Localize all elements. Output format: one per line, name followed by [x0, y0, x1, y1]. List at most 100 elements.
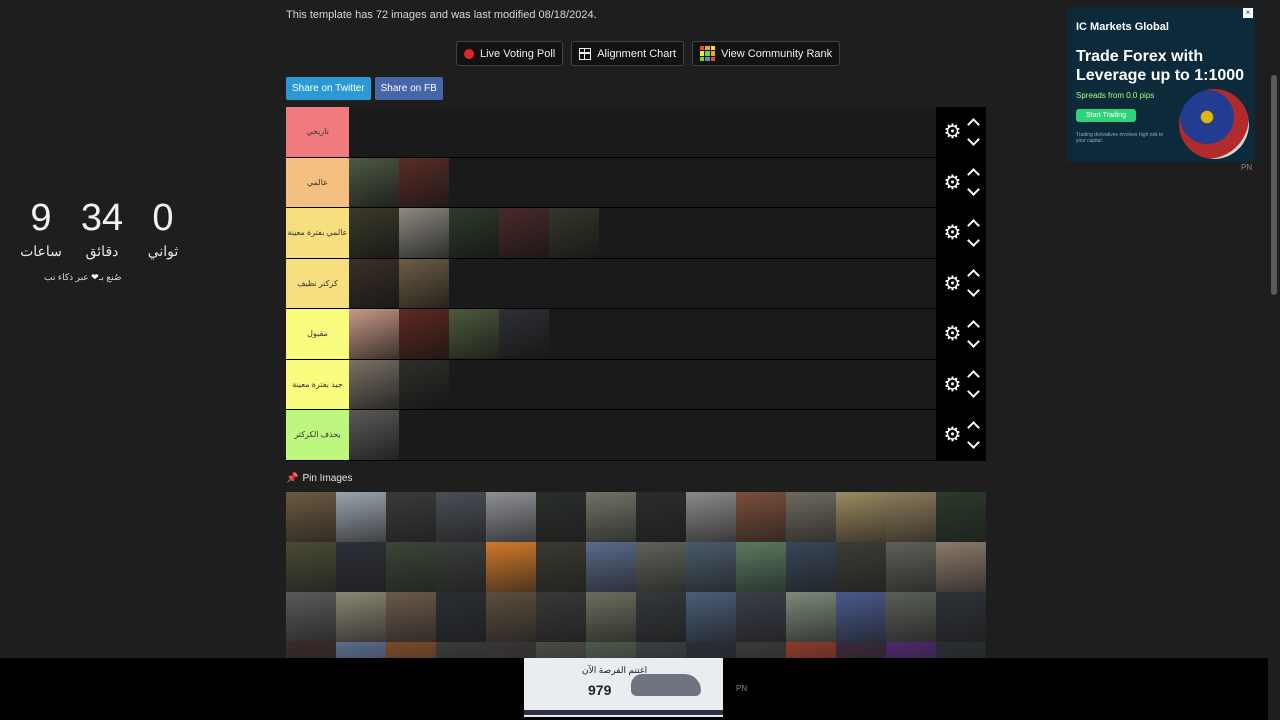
- gear-icon[interactable]: ⚙: [944, 220, 962, 245]
- pool-image[interactable]: [536, 592, 586, 642]
- tier-image[interactable]: [399, 208, 449, 258]
- tier-image[interactable]: [449, 208, 499, 258]
- gear-icon[interactable]: ⚙: [944, 372, 962, 397]
- tier-label[interactable]: يحذف الكركتر: [286, 410, 349, 460]
- tier-items[interactable]: [349, 258, 936, 308]
- tier-image[interactable]: [549, 208, 599, 258]
- pool-image[interactable]: [336, 492, 386, 542]
- pool-image[interactable]: [336, 542, 386, 592]
- tier-label[interactable]: جيد بفترة معينة: [286, 359, 349, 409]
- tier-image[interactable]: [449, 309, 499, 359]
- page-scrollbar[interactable]: [1268, 0, 1280, 720]
- pool-image[interactable]: [836, 592, 886, 642]
- share-twitter-button[interactable]: Share on Twitter: [286, 77, 371, 100]
- tier-label[interactable]: كركتر نظيف: [286, 258, 349, 308]
- pool-image[interactable]: [486, 492, 536, 542]
- chevron-down-icon[interactable]: [967, 183, 981, 197]
- pool-image[interactable]: [636, 542, 686, 592]
- live-voting-poll-button[interactable]: Live Voting Poll: [456, 41, 564, 66]
- pool-image[interactable]: [336, 592, 386, 642]
- tier-image[interactable]: [399, 359, 449, 409]
- tier-image[interactable]: [349, 410, 399, 460]
- view-community-rank-button[interactable]: View Community Rank: [692, 41, 841, 66]
- gear-icon[interactable]: ⚙: [944, 271, 962, 296]
- pin-images-toggle[interactable]: 📌 Pin Images: [286, 473, 352, 484]
- pool-image[interactable]: [736, 592, 786, 642]
- tier-items[interactable]: [349, 157, 936, 207]
- pool-image[interactable]: [936, 542, 986, 592]
- pool-image[interactable]: [936, 592, 986, 642]
- pool-image[interactable]: [836, 492, 886, 542]
- chevron-down-icon[interactable]: [967, 284, 981, 298]
- tier-items[interactable]: [349, 410, 936, 460]
- chevron-down-icon[interactable]: [967, 233, 981, 247]
- pool-image[interactable]: [536, 542, 586, 592]
- pool-image[interactable]: [786, 592, 836, 642]
- chevron-down-icon[interactable]: [967, 435, 981, 449]
- pool-image[interactable]: [636, 592, 686, 642]
- ad-banner-right[interactable]: IC Markets Global Trade Forex with Lever…: [1067, 7, 1255, 162]
- pool-image[interactable]: [686, 592, 736, 642]
- alignment-chart-button[interactable]: Alignment Chart: [571, 41, 685, 66]
- tier-image[interactable]: [349, 258, 399, 308]
- pool-image[interactable]: [436, 592, 486, 642]
- gear-icon[interactable]: ⚙: [944, 170, 962, 195]
- pool-image[interactable]: [686, 542, 736, 592]
- pool-image[interactable]: [486, 592, 536, 642]
- chevron-up-icon[interactable]: [967, 420, 981, 434]
- pool-image[interactable]: [886, 492, 936, 542]
- tier-items[interactable]: [349, 359, 936, 409]
- ad-cta-button[interactable]: Start Trading: [1076, 109, 1137, 122]
- tier-label[interactable]: تاريخي: [286, 107, 349, 157]
- pool-image[interactable]: [386, 542, 436, 592]
- pool-image[interactable]: [436, 492, 486, 542]
- share-facebook-button[interactable]: Share on FB: [374, 77, 443, 100]
- pool-image[interactable]: [886, 592, 936, 642]
- ad-banner-bottom[interactable]: اغتنم الفرصة الآن 979: [524, 658, 723, 717]
- chevron-up-icon[interactable]: [967, 218, 981, 232]
- tier-image[interactable]: [399, 157, 449, 207]
- pool-image[interactable]: [886, 542, 936, 592]
- pool-image[interactable]: [936, 492, 986, 542]
- pool-image[interactable]: [586, 542, 636, 592]
- tier-image[interactable]: [499, 208, 549, 258]
- chevron-up-icon[interactable]: [967, 168, 981, 182]
- chevron-up-icon[interactable]: [967, 117, 981, 131]
- pool-image[interactable]: [436, 542, 486, 592]
- chevron-up-icon[interactable]: [967, 319, 981, 333]
- pool-image[interactable]: [836, 542, 886, 592]
- pool-image[interactable]: [786, 492, 836, 542]
- tier-image[interactable]: [349, 157, 399, 207]
- chevron-down-icon[interactable]: [967, 385, 981, 399]
- gear-icon[interactable]: ⚙: [944, 119, 962, 144]
- pool-image[interactable]: [686, 492, 736, 542]
- tier-image[interactable]: [349, 309, 399, 359]
- pool-image[interactable]: [486, 542, 536, 592]
- pool-image[interactable]: [736, 492, 786, 542]
- tier-items[interactable]: [349, 107, 936, 157]
- pool-image[interactable]: [386, 592, 436, 642]
- tier-items[interactable]: [349, 208, 936, 258]
- tier-label[interactable]: عالمي: [286, 157, 349, 207]
- tier-image[interactable]: [499, 309, 549, 359]
- pool-image[interactable]: [586, 492, 636, 542]
- pool-image[interactable]: [736, 542, 786, 592]
- tier-label[interactable]: مقبول: [286, 309, 349, 359]
- tier-image[interactable]: [399, 258, 449, 308]
- gear-icon[interactable]: ⚙: [944, 321, 962, 346]
- tier-items[interactable]: [349, 309, 936, 359]
- pool-image[interactable]: [386, 492, 436, 542]
- pool-image[interactable]: [286, 592, 336, 642]
- chevron-down-icon[interactable]: [967, 334, 981, 348]
- tier-label[interactable]: عالمي بفترة معينة: [286, 208, 349, 258]
- scrollbar-thumb[interactable]: [1271, 75, 1277, 295]
- chevron-up-icon[interactable]: [967, 370, 981, 384]
- pool-image[interactable]: [536, 492, 586, 542]
- gear-icon[interactable]: ⚙: [944, 422, 962, 447]
- chevron-up-icon[interactable]: [967, 269, 981, 283]
- tier-image[interactable]: [349, 208, 399, 258]
- ad-close-icon[interactable]: ×: [1243, 8, 1253, 18]
- pool-image[interactable]: [286, 542, 336, 592]
- tier-image[interactable]: [399, 309, 449, 359]
- pool-image[interactable]: [786, 542, 836, 592]
